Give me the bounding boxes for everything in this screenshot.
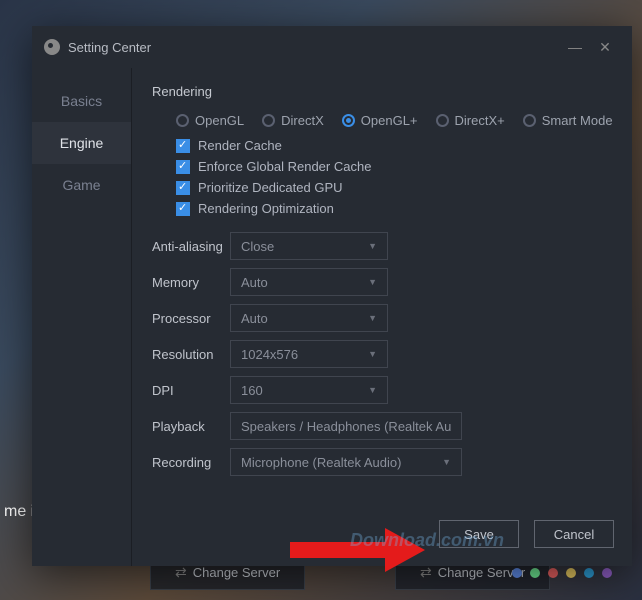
check-enforce-global-render-cache[interactable]: Enforce Global Render Cache [152, 159, 632, 174]
chevron-down-icon: ▼ [442, 457, 451, 467]
memory-label: Memory [152, 275, 230, 290]
chevron-down-icon: ▼ [368, 313, 377, 323]
content-pane: Rendering OpenGL DirectX OpenGL+ DirectX… [132, 68, 632, 566]
chevron-down-icon: ▼ [368, 277, 377, 287]
color-dots [512, 568, 612, 578]
radio-directxplus[interactable]: DirectX+ [436, 113, 505, 128]
swap-icon: ⇄ [420, 564, 432, 581]
check-prioritize-dedicated-gpu[interactable]: Prioritize Dedicated GPU [152, 180, 632, 195]
settings-modal: Setting Center — ✕ Basics Engine Game Re… [32, 26, 632, 566]
chevron-down-icon: ▼ [368, 385, 377, 395]
playback-select[interactable]: Speakers / Headphones (Realtek Audio) [230, 412, 462, 440]
radio-smartmode[interactable]: Smart Mode [523, 113, 613, 128]
processor-select[interactable]: Auto▼ [230, 304, 388, 332]
radio-checked-icon [342, 114, 355, 127]
sidebar: Basics Engine Game [32, 68, 132, 566]
resolution-select[interactable]: 1024x576▼ [230, 340, 388, 368]
check-rendering-optimization[interactable]: Rendering Optimization [152, 201, 632, 216]
sidebar-item-engine[interactable]: Engine [32, 122, 131, 164]
anti-aliasing-select[interactable]: Close▼ [230, 232, 388, 260]
radio-openglplus[interactable]: OpenGL+ [342, 113, 418, 128]
checkbox-icon [176, 202, 190, 216]
sidebar-item-basics[interactable]: Basics [32, 80, 131, 122]
swap-icon: ⇄ [175, 564, 187, 581]
close-button[interactable]: ✕ [590, 39, 620, 56]
change-server-label: Change Server [193, 565, 280, 580]
checkbox-icon [176, 160, 190, 174]
resolution-label: Resolution [152, 347, 230, 362]
anti-aliasing-label: Anti-aliasing [152, 239, 230, 254]
dpi-select[interactable]: 160▼ [230, 376, 388, 404]
memory-select[interactable]: Auto▼ [230, 268, 388, 296]
window-title: Setting Center [68, 40, 151, 55]
minimize-button[interactable]: — [560, 39, 590, 55]
dpi-label: DPI [152, 383, 230, 398]
cancel-button[interactable]: Cancel [534, 520, 614, 548]
rendering-heading: Rendering [152, 84, 632, 99]
sidebar-item-game[interactable]: Game [32, 164, 131, 206]
check-render-cache[interactable]: Render Cache [152, 138, 632, 153]
radio-opengl[interactable]: OpenGL [176, 113, 244, 128]
playback-label: Playback [152, 419, 230, 434]
recording-label: Recording [152, 455, 230, 470]
checkbox-icon [176, 181, 190, 195]
chevron-down-icon: ▼ [368, 349, 377, 359]
radio-directx[interactable]: DirectX [262, 113, 324, 128]
chevron-down-icon: ▼ [368, 241, 377, 251]
titlebar: Setting Center — ✕ [32, 26, 632, 68]
rendering-radio-group: OpenGL DirectX OpenGL+ DirectX+ Smart Mo… [152, 113, 632, 128]
save-button[interactable]: Save [439, 520, 519, 548]
app-icon [44, 39, 60, 55]
checkbox-icon [176, 139, 190, 153]
processor-label: Processor [152, 311, 230, 326]
recording-select[interactable]: Microphone (Realtek Audio)▼ [230, 448, 462, 476]
